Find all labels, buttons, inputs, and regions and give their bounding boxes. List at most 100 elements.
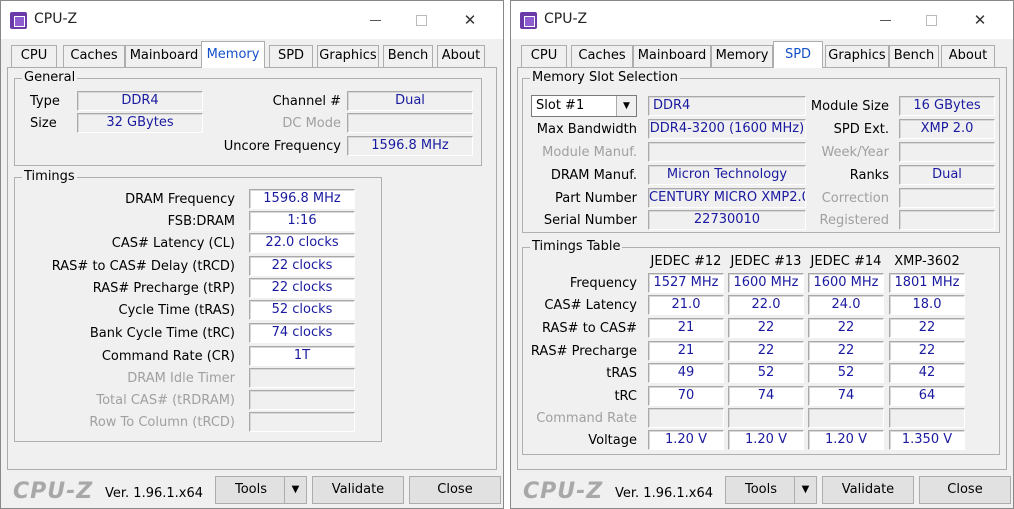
dropdown-arrow-icon[interactable]: ▼	[284, 477, 306, 503]
close-button[interactable]: Close	[409, 476, 501, 504]
timing-value: 1T	[249, 346, 355, 366]
timing-value: 1596.8 MHz	[249, 189, 355, 209]
timing-value: 1:16	[249, 211, 355, 231]
table-cell: 22	[808, 318, 884, 338]
tab-memory[interactable]: Memory	[711, 45, 773, 67]
tab-caches[interactable]: Caches	[63, 45, 125, 67]
tab-mainboard[interactable]: Mainboard	[633, 45, 711, 67]
timing-value: 22.0 clocks	[249, 233, 355, 253]
tools-label: Tools	[744, 482, 778, 497]
title-bar[interactable]: CPU-Z ✕	[1, 1, 503, 39]
table-cell: 24.0	[808, 295, 884, 315]
close-window-button[interactable]: ✕	[957, 7, 1003, 33]
table-cell	[889, 408, 965, 428]
table-cell: 74	[728, 386, 804, 406]
validate-button[interactable]: Validate	[312, 476, 404, 504]
tab-memory[interactable]: Memory	[201, 41, 265, 68]
column-header: JEDEC #14	[810, 254, 882, 269]
tab-cpu[interactable]: CPU	[521, 45, 567, 67]
table-cell: 64	[889, 386, 965, 406]
channel-label: Channel #	[272, 94, 341, 109]
column-header: JEDEC #13	[730, 254, 802, 269]
timing-label: RAS# Precharge (tRP)	[92, 281, 235, 296]
tools-button[interactable]: Tools ▼	[215, 476, 307, 504]
timings-title: Timings	[22, 169, 77, 184]
table-cell	[728, 408, 804, 428]
tab-about[interactable]: About	[437, 45, 485, 67]
serial-number-label: Serial Number	[543, 213, 637, 228]
tab-bench[interactable]: Bench	[889, 45, 939, 67]
registered-label: Registered	[819, 213, 890, 228]
minimize-button[interactable]	[863, 7, 909, 33]
minimize-icon	[880, 20, 891, 21]
timing-label: Row To Column (tRCD)	[89, 415, 235, 430]
timing-value	[249, 368, 355, 388]
week-year-label: Week/Year	[821, 145, 889, 160]
close-window-button[interactable]: ✕	[447, 7, 493, 33]
week-year-value	[899, 142, 995, 162]
correction-value	[899, 188, 995, 208]
row-label-voltage: Voltage	[588, 433, 637, 448]
dropdown-arrow-icon[interactable]: ▼	[794, 477, 816, 503]
tab-about[interactable]: About	[941, 45, 995, 67]
tab-bench[interactable]: Bench	[383, 45, 433, 67]
tab-spd[interactable]: SPD	[269, 45, 313, 67]
tab-cpu[interactable]: CPU	[11, 45, 57, 67]
table-cell: 21	[648, 341, 724, 361]
maximize-button[interactable]	[909, 7, 955, 33]
row-label-cas: CAS# Latency	[544, 298, 637, 313]
table-cell: 1527 MHz	[648, 273, 724, 293]
table-cell: 1.20 V	[808, 430, 884, 450]
validate-button[interactable]: Validate	[822, 476, 914, 504]
table-cell: 22	[728, 318, 804, 338]
slot-selected-value: Slot #1	[536, 98, 585, 113]
minimize-button[interactable]	[353, 7, 399, 33]
cpuz-logo: CPU-Z	[523, 479, 604, 504]
timing-label: DRAM Idle Timer	[127, 371, 235, 386]
title-bar[interactable]: CPU-Z ✕	[511, 1, 1013, 39]
table-cell: 1600 MHz	[728, 273, 804, 293]
module-size-value: 16 GBytes	[899, 96, 995, 116]
size-label: Size	[30, 116, 57, 131]
table-cell	[808, 408, 884, 428]
slot-select[interactable]: Slot #1 ▼	[531, 95, 637, 117]
table-cell	[648, 408, 724, 428]
table-cell: 22	[889, 341, 965, 361]
module-size-label: Module Size	[810, 99, 889, 114]
dram-manuf-label: DRAM Manuf.	[550, 168, 637, 183]
tools-button[interactable]: Tools ▼	[725, 476, 817, 504]
maximize-icon	[926, 15, 937, 26]
type-label: Type	[30, 94, 60, 109]
tab-spd[interactable]: SPD	[773, 41, 823, 68]
maximize-button[interactable]	[399, 7, 445, 33]
chevron-down-icon[interactable]: ▼	[616, 96, 636, 116]
cpuz-app-icon	[10, 12, 27, 29]
column-header: JEDEC #12	[650, 254, 722, 269]
timing-value: 52 clocks	[249, 300, 355, 320]
timing-value: 22 clocks	[249, 256, 355, 276]
tab-graphics[interactable]: Graphics	[825, 45, 889, 67]
max-bandwidth-label: Max Bandwidth	[536, 122, 637, 137]
footer-bar: CPU-Z Ver. 1.96.1.x64 Tools ▼ Validate C…	[511, 473, 1013, 509]
tab-caches[interactable]: Caches	[571, 45, 633, 67]
timings-group: Timings DRAM Frequency 1596.8 MHz FSB:DR…	[14, 169, 382, 442]
dcmode-label: DC Mode	[282, 116, 341, 131]
tab-mainboard[interactable]: Mainboard	[125, 45, 203, 67]
tab-graphics[interactable]: Graphics	[317, 45, 379, 67]
timing-label: Total CAS# (tRDRAM)	[96, 393, 235, 408]
table-cell: 1600 MHz	[808, 273, 884, 293]
timing-label: FSB:DRAM	[167, 214, 235, 229]
timing-value: 74 clocks	[249, 323, 355, 343]
close-button[interactable]: Close	[919, 476, 1011, 504]
spd-ext-label: SPD Ext.	[833, 122, 889, 137]
table-cell: 1.20 V	[648, 430, 724, 450]
row-label-tras: tRAS	[606, 366, 637, 381]
timing-label: Command Rate (CR)	[101, 349, 235, 364]
timing-value	[249, 412, 355, 432]
part-number-value: CENTURY MICRO XMP2.0	[648, 188, 806, 208]
column-header: XMP-3602	[894, 254, 960, 269]
module-manuf-value	[648, 142, 806, 162]
registered-value	[899, 210, 995, 230]
table-cell: 22.0	[728, 295, 804, 315]
timings-table-group: Timings Table JEDEC #12 JEDEC #13 JEDEC …	[522, 239, 1000, 455]
